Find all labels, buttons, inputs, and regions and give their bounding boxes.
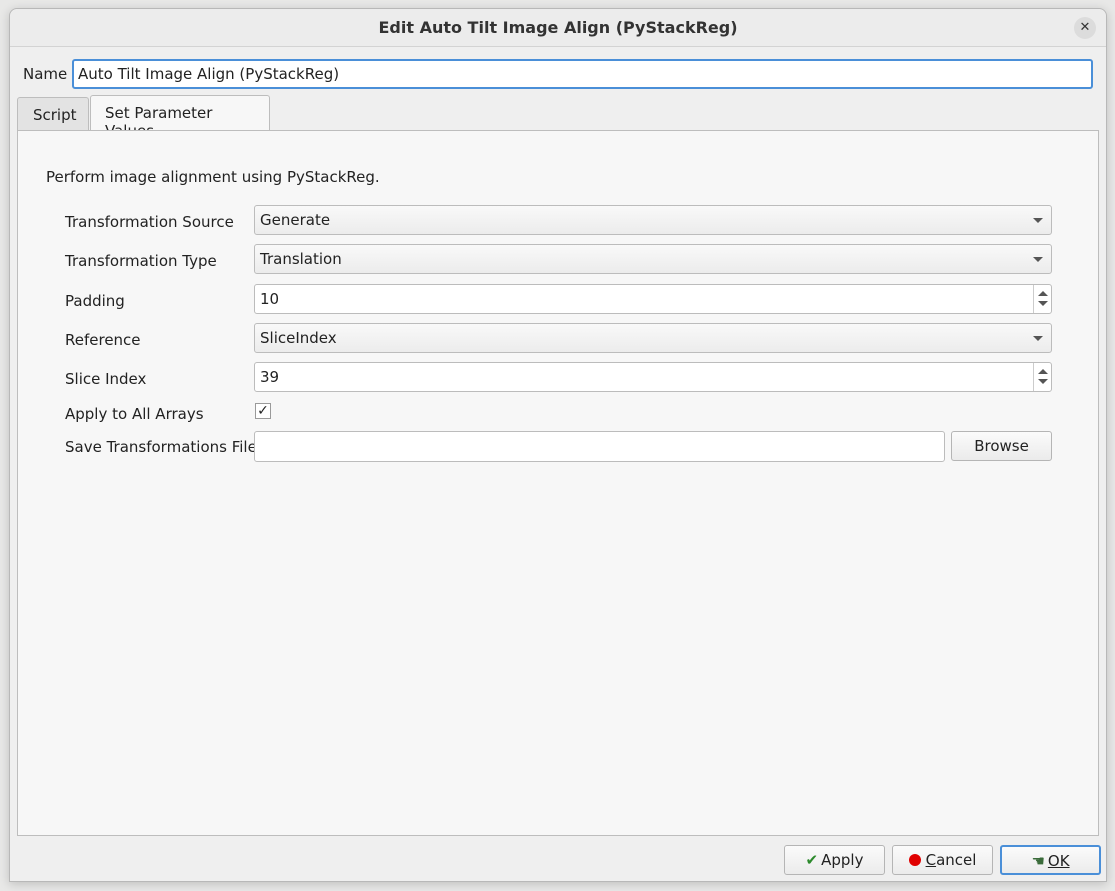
close-button[interactable]: ✕ (1074, 17, 1096, 39)
tab-script[interactable]: Script (17, 97, 89, 131)
reference-select[interactable]: SliceIndex (254, 323, 1052, 353)
transformation-type-select[interactable]: Translation (254, 244, 1052, 274)
red-dot-icon (908, 854, 921, 866)
tab-set-parameter-values[interactable]: Set Parameter Values (90, 95, 270, 140)
cancel-button[interactable]: Cancel (892, 845, 993, 875)
save-file-label: Save Transformations File (65, 438, 257, 456)
ok-label: OK (1047, 852, 1070, 870)
slice-index-spinbox[interactable]: 39 (254, 362, 1052, 392)
transformation-source-select[interactable]: Generate (254, 205, 1052, 235)
name-label: Name (23, 65, 68, 83)
slice-index-stepper[interactable] (1033, 363, 1051, 391)
window-title: Edit Auto Tilt Image Align (PyStackReg) (378, 18, 738, 37)
tab-script-label: Script (33, 106, 77, 124)
description-text: Perform image alignment using PyStackReg… (46, 168, 380, 186)
checkmark-icon: ✓ (257, 403, 269, 419)
close-icon: ✕ (1079, 20, 1091, 35)
transformation-type-label: Transformation Type (65, 252, 217, 270)
spin-up-icon[interactable] (1038, 291, 1048, 296)
apply-all-label: Apply to All Arrays (65, 405, 204, 423)
padding-stepper[interactable] (1033, 285, 1051, 313)
spin-down-icon[interactable] (1038, 301, 1048, 306)
cancel-accel: C (925, 851, 937, 869)
chevron-down-icon (1033, 218, 1043, 223)
dialog-window: Edit Auto Tilt Image Align (PyStackReg) … (9, 8, 1107, 882)
ok-button[interactable]: ☚ OK (1000, 845, 1101, 875)
slice-index-value: 39 (260, 368, 280, 386)
browse-button[interactable]: Browse (951, 431, 1052, 461)
hand-icon: ☚ (1031, 852, 1045, 870)
spin-down-icon[interactable] (1038, 379, 1048, 384)
save-file-input[interactable] (254, 431, 945, 462)
check-icon: ✔ (805, 851, 819, 869)
chevron-down-icon (1033, 257, 1043, 262)
padding-label: Padding (65, 292, 125, 310)
transformation-source-label: Transformation Source (65, 213, 234, 231)
spin-up-icon[interactable] (1038, 369, 1048, 374)
browse-label: Browse (974, 437, 1029, 455)
slice-index-label: Slice Index (65, 370, 147, 388)
name-input[interactable] (72, 59, 1093, 89)
apply-all-checkbox[interactable]: ✓ (255, 403, 271, 419)
chevron-down-icon (1033, 336, 1043, 341)
apply-label: Apply (821, 851, 864, 869)
transformation-source-value: Generate (260, 211, 331, 229)
apply-button[interactable]: ✔ Apply (784, 845, 885, 875)
padding-spinbox[interactable]: 10 (254, 284, 1052, 314)
parameters-panel (17, 130, 1099, 836)
reference-label: Reference (65, 331, 141, 349)
transformation-type-value: Translation (260, 250, 342, 268)
cancel-label: ancel (936, 851, 977, 869)
reference-value: SliceIndex (260, 329, 337, 347)
title-bar: Edit Auto Tilt Image Align (PyStackReg) … (10, 9, 1106, 47)
padding-value: 10 (260, 290, 280, 308)
